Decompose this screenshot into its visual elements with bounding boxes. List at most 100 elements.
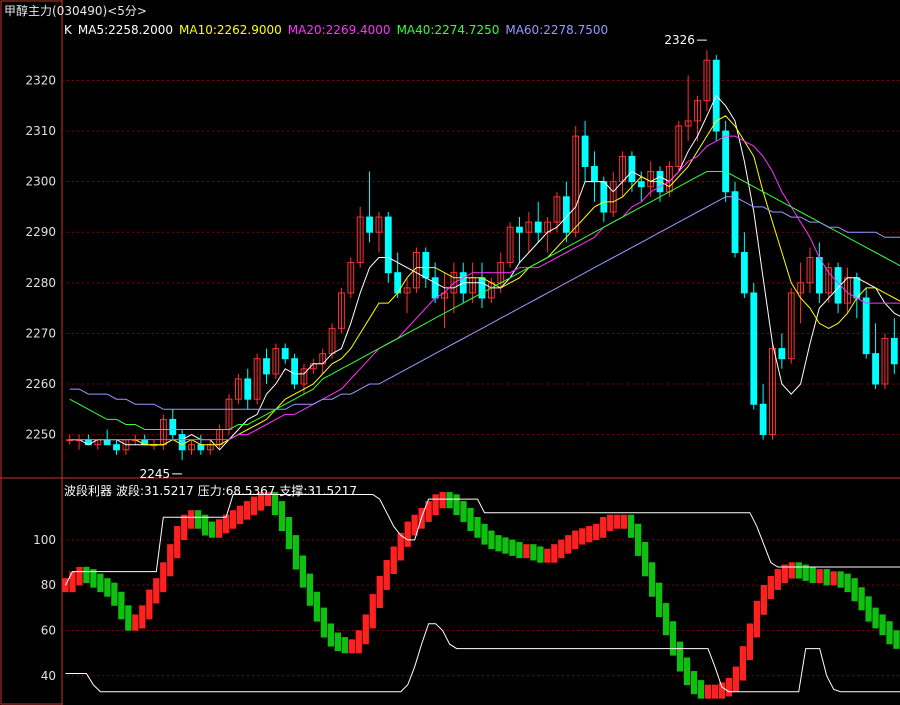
- wave-bar: [474, 516, 481, 538]
- wave-bar: [306, 573, 314, 606]
- wave-bar: [111, 582, 118, 606]
- candle-body: [872, 353, 879, 385]
- wave-bar: [383, 560, 390, 590]
- candle-body: [722, 130, 730, 193]
- wave-bar: [572, 530, 579, 550]
- wave-bar: [243, 501, 251, 520]
- candle-body: [103, 439, 111, 446]
- wave-bar: [809, 566, 816, 584]
- wave-bar: [278, 501, 286, 531]
- candle-body: [740, 251, 748, 294]
- wave-bar: [516, 541, 523, 559]
- tick-label: 2320: [25, 73, 56, 87]
- candle-body: [862, 297, 870, 355]
- ma-legend-item-4: MA40:2274.7250: [396, 23, 500, 37]
- tick-label: 2260: [25, 377, 56, 391]
- wave-bar: [544, 548, 551, 563]
- wave-bar: [502, 537, 509, 554]
- wave-bar: [509, 539, 516, 556]
- oscillator-legend: 波段利器 波段:31.5217 压力:68.5367 支撑:31.5217: [64, 482, 361, 499]
- candlesticks[interactable]: [66, 50, 898, 460]
- candle-body: [731, 191, 739, 253]
- candle-body: [478, 277, 486, 299]
- candle-body: [778, 348, 786, 360]
- annotation-label: 2326: [664, 33, 695, 47]
- wave-bar: [683, 657, 691, 686]
- wave-bar: [823, 569, 830, 586]
- wave-bar: [355, 630, 362, 654]
- left-axis-box: [0, 0, 63, 705]
- candle-body: [197, 444, 205, 451]
- candle-body: [591, 165, 598, 183]
- wave-bar: [195, 510, 202, 529]
- osc-legend-item-1: 波段:31.5217: [116, 484, 194, 498]
- ma-legend: K MA5:2258.2000 MA10:2262.9000 MA20:2269.40…: [64, 23, 614, 37]
- wave-bar: [551, 544, 558, 563]
- wave-bar: [669, 621, 677, 656]
- wave-bar: [600, 516, 607, 538]
- wave-bar: [774, 569, 781, 590]
- wave-bar: [565, 535, 572, 554]
- wave-bar: [648, 562, 656, 597]
- wave-bar: [879, 614, 886, 636]
- wave-bar: [851, 578, 858, 602]
- wave-bar: [439, 492, 446, 509]
- candle-body: [628, 155, 636, 183]
- osc-tick-label: 60: [41, 623, 56, 637]
- wave-bar: [362, 614, 369, 645]
- wave-bar: [334, 632, 341, 652]
- tick-label: 2280: [25, 276, 56, 290]
- wave-bar: [292, 535, 300, 570]
- wave-bar: [446, 492, 453, 509]
- wave-bar: [285, 516, 293, 550]
- wave-bar: [732, 666, 740, 692]
- wave-bar: [830, 571, 837, 586]
- wave-bar: [697, 680, 705, 699]
- wave-bar: [83, 566, 90, 584]
- wave-bar: [872, 607, 879, 629]
- annotation-label: 2245: [140, 467, 171, 481]
- wave-bar: [167, 544, 174, 577]
- wave-bar: [641, 541, 649, 577]
- wave-bar: [537, 546, 544, 563]
- osc-legend-item-3: 支撑:31.5217: [279, 484, 358, 498]
- wave-bar: [153, 578, 160, 604]
- candle-body: [750, 292, 758, 405]
- candle-body: [853, 277, 861, 299]
- wave-bar: [662, 603, 670, 636]
- wave-bar: [327, 623, 335, 647]
- osc-tick-label: 100: [33, 533, 56, 547]
- wave-bar: [202, 514, 209, 536]
- wave-bar: [655, 582, 663, 618]
- wave-bar: [711, 684, 719, 699]
- wave-bar: [208, 521, 216, 538]
- wave-bar: [753, 600, 760, 638]
- wave-bar: [181, 514, 188, 541]
- candle-body: [169, 418, 177, 436]
- tick-label: 2270: [25, 326, 56, 340]
- price-grid: [62, 79, 900, 436]
- wave-bar: [390, 546, 397, 575]
- wave-bar: [160, 562, 167, 593]
- candle-body: [890, 337, 898, 365]
- osc-tick-label: 40: [41, 669, 56, 683]
- price-axis: 2250 2260 2270 2280 2290 2300 2310 2320: [25, 73, 56, 441]
- ma-legend-item-3: MA20:2269.4000: [287, 23, 391, 37]
- wave-bar: [69, 571, 76, 593]
- wave-bar: [886, 621, 893, 645]
- osc-legend-item-0: 波段利器: [64, 484, 113, 498]
- support-line: [65, 623, 900, 693]
- osc-tick-label: 80: [41, 578, 56, 592]
- tick-label: 2290: [25, 225, 56, 239]
- wave-bar: [188, 510, 195, 529]
- ma-legend-item-2: MA10:2262.9000: [179, 23, 282, 37]
- wave-bar: [586, 526, 593, 543]
- wave-bar: [376, 575, 383, 609]
- candle-body: [815, 257, 823, 294]
- wave-bar: [795, 562, 802, 579]
- osc-legend-item-2: 压力:68.5367: [197, 484, 276, 498]
- wave-bar: [146, 589, 153, 620]
- candle-body: [431, 277, 439, 299]
- oscillator-panel[interactable]: [62, 492, 900, 699]
- wave-bar: [460, 501, 467, 522]
